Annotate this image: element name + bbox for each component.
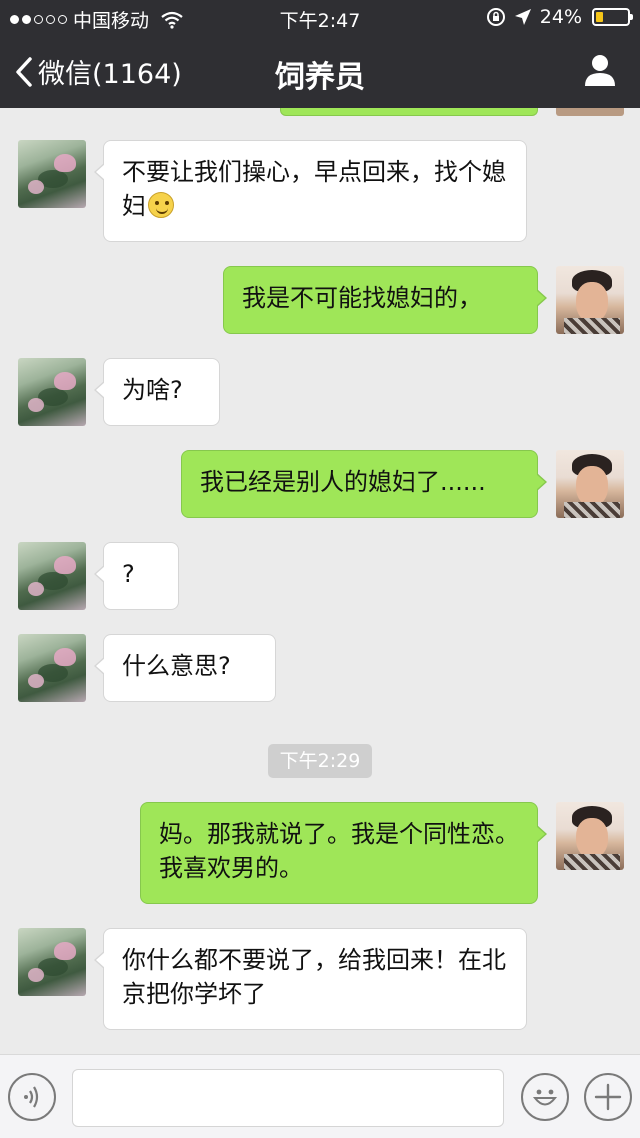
- more-button[interactable]: [584, 1073, 632, 1121]
- outgoing-message[interactable]: 妈。那我就说了。我是个同性恋。我喜欢男的。: [140, 802, 547, 904]
- incoming-message[interactable]: 什么意思?: [94, 634, 276, 702]
- rotation-lock-icon: [486, 8, 505, 26]
- message-text: 不要让我们操心，早点回来，找个媳妇: [122, 158, 506, 220]
- contact-avatar[interactable]: [18, 358, 86, 426]
- message-text: 什么意思?: [122, 652, 231, 680]
- contact-avatar[interactable]: [18, 140, 86, 208]
- top-bar: 中国移动 下午2:47 24% 微信(1164) 饲养员: [0, 0, 640, 108]
- battery-icon: [592, 8, 633, 26]
- location-arrow-icon: [514, 9, 531, 25]
- partial-avatar: [556, 108, 624, 116]
- message-text: 我是不可能找媳妇的，: [242, 284, 482, 312]
- chevron-left-icon: [16, 56, 32, 87]
- person-icon[interactable]: [582, 52, 618, 88]
- message-text: 妈。那我就说了。我是个同性恋。我喜欢男的。: [159, 820, 519, 882]
- message-text: 为啥?: [122, 376, 183, 404]
- battery-percent: 24%: [539, 6, 582, 28]
- emoji-icon: [532, 1089, 558, 1106]
- contact-avatar[interactable]: [18, 928, 86, 996]
- my-avatar[interactable]: [556, 266, 624, 334]
- timestamp-label: 下午2:29: [268, 744, 372, 778]
- my-avatar[interactable]: [556, 802, 624, 870]
- incoming-message[interactable]: 为啥?: [94, 358, 220, 426]
- message-text: ?: [122, 560, 135, 588]
- contact-avatar[interactable]: [18, 542, 86, 610]
- incoming-message[interactable]: 不要让我们操心，早点回来，找个媳妇: [94, 140, 527, 242]
- outgoing-message[interactable]: 我是不可能找媳妇的，: [223, 266, 547, 334]
- message-text: 我已经是别人的媳妇了......: [200, 468, 486, 496]
- plus-icon: [594, 1083, 622, 1111]
- status-right: 24%: [486, 6, 633, 28]
- contact-avatar[interactable]: [18, 634, 86, 702]
- outgoing-message[interactable]: 我已经是别人的媳妇了......: [181, 450, 547, 518]
- nav-bar: 微信(1164) 饲养员: [0, 36, 640, 108]
- back-button[interactable]: 微信(1164): [14, 52, 182, 91]
- my-avatar[interactable]: [556, 450, 624, 518]
- battery-fill: [596, 12, 603, 22]
- message-text: 你什么都不要说了，给我回来！在北京把你学坏了: [122, 946, 506, 1008]
- message-input[interactable]: [72, 1069, 504, 1127]
- incoming-message[interactable]: ?: [94, 542, 179, 610]
- emoji-button[interactable]: [521, 1073, 569, 1121]
- incoming-message[interactable]: 你什么都不要说了，给我回来！在北京把你学坏了: [94, 928, 527, 1030]
- input-bar: [0, 1054, 640, 1138]
- status-bar: 中国移动 下午2:47 24%: [0, 0, 640, 36]
- partial-message-bubble: [280, 108, 538, 116]
- voice-button[interactable]: [8, 1073, 56, 1121]
- chat-area[interactable]: 不要让我们操心，早点回来，找个媳妇 我是不可能找媳妇的， 为啥? 我已经是别人的…: [0, 108, 640, 1054]
- smile-emoji-icon: [148, 192, 174, 218]
- voice-icon: [24, 1086, 39, 1108]
- back-label: 微信(1164): [38, 59, 182, 90]
